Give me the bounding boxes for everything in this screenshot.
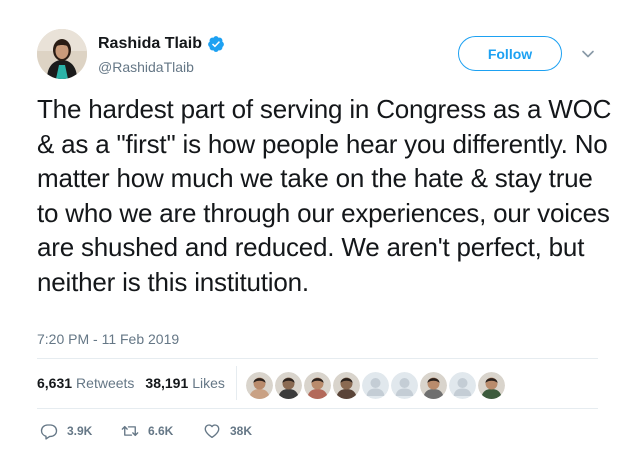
stats-separator xyxy=(236,366,237,400)
retweet-icon xyxy=(121,425,139,437)
verified-badge-icon xyxy=(208,36,224,52)
liker-avatar[interactable] xyxy=(304,372,331,399)
liker-avatar[interactable] xyxy=(275,372,302,399)
liker-avatar[interactable] xyxy=(391,372,418,399)
divider xyxy=(37,408,598,409)
follow-button[interactable]: Follow xyxy=(458,36,562,71)
chevron-down-icon[interactable] xyxy=(581,47,595,61)
liker-avatar[interactable] xyxy=(420,372,447,399)
divider xyxy=(37,358,598,359)
reply-icon xyxy=(40,424,58,440)
liker-avatar[interactable] xyxy=(246,372,273,399)
tweet-text: The hardest part of serving in Congress … xyxy=(37,94,612,297)
liker-avatar[interactable] xyxy=(478,372,505,399)
liker-avatar[interactable] xyxy=(333,372,360,399)
liker-avatar[interactable] xyxy=(362,372,389,399)
liked-by-avatars xyxy=(246,372,505,399)
retweet-action[interactable]: 6.6K xyxy=(121,422,203,440)
tweet-stats: 6,631 Retweets 38,191 Likes xyxy=(37,375,225,391)
likes-stat[interactable]: 38,191 Likes xyxy=(145,375,225,391)
retweets-count: 6,631 xyxy=(37,375,73,391)
like-action[interactable]: 38K xyxy=(203,422,252,440)
author-name-text: Rashida Tlaib xyxy=(98,35,203,52)
liker-avatar[interactable] xyxy=(449,372,476,399)
author-name[interactable]: Rashida Tlaib xyxy=(98,35,225,53)
like-count: 38K xyxy=(230,424,253,438)
retweet-count: 6.6K xyxy=(148,424,174,438)
likes-count: 38,191 xyxy=(145,375,189,391)
tweet-timestamp[interactable]: 7:20 PM - 11 Feb 2019 xyxy=(37,331,179,347)
retweets-stat[interactable]: 6,631 Retweets xyxy=(37,375,134,391)
author-avatar[interactable] xyxy=(37,29,87,79)
likes-label: Likes xyxy=(192,375,225,391)
reply-count: 3.9K xyxy=(67,424,93,438)
author-handle[interactable]: @RashidaTlaib xyxy=(98,59,194,75)
tweet-card: Rashida Tlaib @RashidaTlaib Follow The h… xyxy=(0,0,635,457)
heart-icon xyxy=(204,424,220,439)
retweets-label: Retweets xyxy=(76,375,135,391)
reply-action[interactable]: 3.9K xyxy=(40,422,121,440)
tweet-actions: 3.9K 6.6K 38K xyxy=(40,422,252,440)
